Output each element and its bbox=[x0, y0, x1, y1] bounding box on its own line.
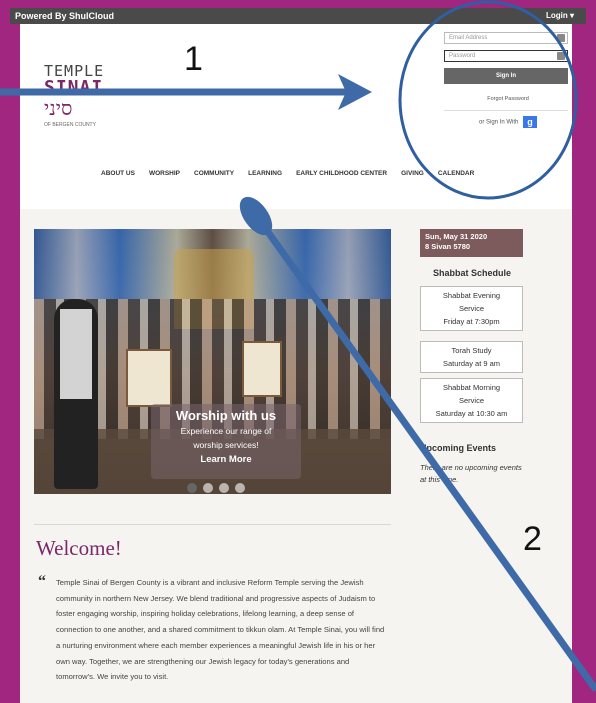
slide-dot[interactable] bbox=[219, 483, 229, 493]
nav-early-childhood[interactable]: EARLY CHILDHOOD CENTER bbox=[289, 170, 394, 177]
schedule-line: Friday at 7:30pm bbox=[443, 317, 500, 326]
or-signin-label: or Sign In With bbox=[478, 119, 519, 126]
hero-title: Worship with us bbox=[175, 408, 277, 423]
temple-logo[interactable]: TEMPLE SINAI סיני OF BERGEN COUNTY bbox=[44, 62, 114, 129]
upcoming-events-text: There are no upcoming events at this tim… bbox=[420, 463, 522, 484]
torah-scroll-right bbox=[242, 341, 282, 397]
tallit-figure bbox=[60, 309, 92, 399]
google-signin-row: or Sign In With g bbox=[444, 116, 572, 128]
upcoming-events-title: Upcoming Events bbox=[420, 443, 497, 453]
date-box: Sun, May 31 2020 8 Sivan 5780 bbox=[420, 229, 523, 257]
schedule-line: Torah Study bbox=[451, 346, 492, 355]
schedule-item: Shabbat Evening Service Friday at 7:30pm bbox=[420, 286, 523, 331]
slide-dot[interactable] bbox=[235, 483, 245, 493]
logo-hebrew: סיני bbox=[44, 96, 73, 120]
nav-about-us[interactable]: ABOUT US bbox=[94, 170, 142, 177]
nav-learning[interactable]: LEARNING bbox=[241, 170, 289, 177]
schedule-line: Saturday at 10:30 am bbox=[435, 409, 508, 418]
powered-by-label: Powered By ShulCloud bbox=[15, 11, 115, 21]
email-field[interactable]: Email Address bbox=[444, 32, 568, 44]
header: TEMPLE SINAI סיני OF BERGEN COUNTY ABOUT… bbox=[20, 24, 572, 209]
hero-subtitle-1: Experience our range of bbox=[180, 426, 272, 436]
welcome-title: Welcome! bbox=[36, 536, 122, 560]
top-bar: Powered By ShulCloud Login ▾ bbox=[10, 8, 586, 24]
nav-calendar[interactable]: CALENDAR bbox=[431, 170, 481, 177]
page: TEMPLE SINAI סיני OF BERGEN COUNTY ABOUT… bbox=[20, 24, 572, 703]
hero-slideshow[interactable]: Worship with us Experience our range of … bbox=[34, 229, 391, 494]
gregorian-date: Sun, May 31 2020 bbox=[425, 232, 488, 241]
password-field[interactable]: Password bbox=[444, 50, 568, 62]
schedule-title: Shabbat Schedule bbox=[433, 268, 512, 278]
key-icon bbox=[557, 34, 565, 42]
login-panel: Email Address Password Sign In Forgot Pa… bbox=[444, 32, 572, 147]
schedule-line: Service bbox=[458, 396, 484, 405]
divider bbox=[34, 524, 391, 525]
login-dropdown[interactable]: Login ▾ bbox=[546, 11, 574, 20]
forgot-password-link[interactable]: Forgot Password bbox=[444, 96, 572, 102]
email-placeholder: Email Address bbox=[449, 35, 488, 41]
nav-giving[interactable]: GIVING bbox=[394, 170, 431, 177]
logo-line2: SINAI bbox=[44, 77, 104, 98]
annotation-number-1: 1 bbox=[184, 40, 203, 78]
schedule-line: Service bbox=[458, 304, 484, 313]
annotation-number-2: 2 bbox=[523, 520, 542, 558]
welcome-body: Temple Sinai of Bergen County is a vibra… bbox=[56, 578, 385, 682]
logo-subtitle: OF BERGEN COUNTY bbox=[44, 122, 96, 128]
quote-icon: “ bbox=[38, 573, 46, 590]
hebrew-date: 8 Sivan 5780 bbox=[425, 242, 471, 251]
schedule-item: Torah Study Saturday at 9 am bbox=[420, 341, 523, 373]
schedule-item: Shabbat Morning Service Saturday at 10:3… bbox=[420, 378, 523, 423]
key-icon bbox=[557, 52, 565, 60]
schedule-line: Saturday at 9 am bbox=[442, 359, 501, 368]
slide-dot[interactable] bbox=[203, 483, 213, 493]
divider bbox=[444, 110, 568, 111]
schedule-line: Shabbat Evening bbox=[442, 291, 501, 300]
logo-line1: TEMPLE bbox=[44, 62, 105, 80]
sign-in-button[interactable]: Sign In bbox=[444, 68, 568, 84]
torah-scroll-left bbox=[126, 349, 172, 407]
hero-subtitle-2: worship services! bbox=[193, 440, 259, 450]
schedule-line: Shabbat Morning bbox=[442, 383, 501, 392]
slide-dot[interactable] bbox=[187, 483, 197, 493]
main-nav: ABOUT US WORSHIP COMMUNITY LEARNING EARL… bbox=[94, 170, 481, 177]
nav-community[interactable]: COMMUNITY bbox=[187, 170, 241, 177]
learn-more-link[interactable]: Learn More bbox=[151, 454, 301, 465]
hero-caption: Worship with us Experience our range of … bbox=[151, 404, 301, 479]
password-placeholder: Password bbox=[449, 53, 476, 59]
slide-dots bbox=[187, 483, 245, 493]
google-icon[interactable]: g bbox=[523, 116, 538, 128]
nav-worship[interactable]: WORSHIP bbox=[142, 170, 187, 177]
